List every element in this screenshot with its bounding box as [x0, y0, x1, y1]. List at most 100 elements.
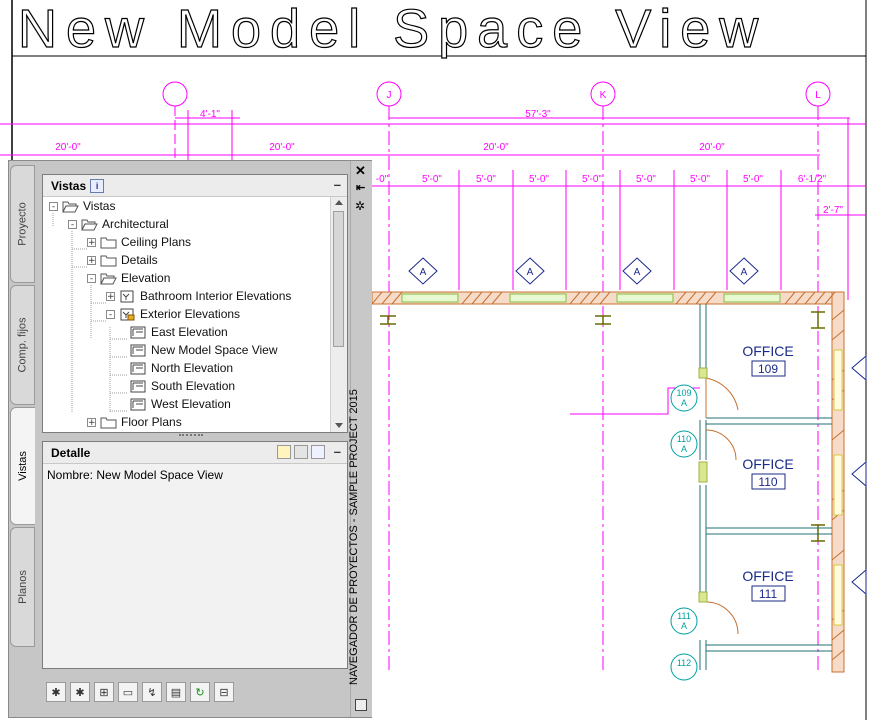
detail-panel-header: Detalle – — [43, 442, 347, 464]
grid-label-k: K — [600, 90, 607, 101]
elevation-view-icon — [130, 344, 146, 356]
refresh-icon[interactable]: ↻ — [190, 682, 210, 702]
dim-text: 2'-7" — [823, 205, 843, 216]
navigator-toolbar: ✱ ✱ ⊞ ▭ ↯ ▤ ↻ ⊟ — [42, 677, 348, 707]
tree-item-elevation[interactable]: - Elevation — [87, 269, 170, 287]
tab-proyecto[interactable]: Proyecto — [10, 165, 35, 283]
tree-item-architectural[interactable]: - Architectural — [68, 215, 169, 233]
door-tag-number: 110 — [677, 434, 691, 444]
expand-toggle[interactable]: + — [87, 417, 96, 427]
dim-text: -0" — [376, 174, 389, 185]
project-navigator-palette[interactable]: Proyecto Comp. fijos Vistas Planos Vista… — [8, 160, 372, 718]
door-tag-letter: A — [681, 398, 687, 408]
palette-vertical-title: NAVEGADOR DE PROYECTOS - SAMPLE PROJECT … — [348, 389, 360, 685]
preview-icon[interactable] — [294, 445, 308, 459]
collapse-toggle[interactable]: - — [87, 273, 96, 283]
tab-planos[interactable]: Planos — [10, 527, 35, 647]
collapse-icon[interactable]: – — [334, 444, 341, 459]
add-section-view-icon[interactable]: ⊞ — [94, 682, 114, 702]
properties-gear-icon[interactable]: ✲ — [355, 199, 365, 213]
room-number: 111 — [759, 587, 778, 601]
detail-body: Nombre: New Model Space View — [43, 464, 347, 668]
add-detail-view-icon[interactable]: ✱ — [70, 682, 90, 702]
dim-text: 20'-0" — [699, 142, 725, 153]
expand-toggle[interactable]: + — [87, 237, 96, 247]
tab-vistas[interactable]: Vistas — [10, 407, 35, 525]
expand-toggle[interactable]: + — [106, 291, 115, 301]
elevation-view-icon — [130, 326, 146, 338]
dim-text: 5'-0" — [743, 174, 763, 185]
window-tag: A — [634, 267, 641, 278]
regenerate-icon[interactable]: ↯ — [142, 682, 162, 702]
dim-text: 20'-0" — [55, 142, 81, 153]
tree-item-east-elevation[interactable]: East Elevation — [130, 323, 228, 341]
folder-icon — [100, 237, 117, 248]
views-tree[interactable]: - Vistas - Architectural + Ceiling Plans… — [43, 197, 333, 432]
tree-scrollbar[interactable] — [330, 197, 347, 432]
dim-text: 5'-0" — [529, 174, 549, 185]
dim-text: 20'-0" — [483, 142, 509, 153]
scroll-thumb[interactable] — [333, 211, 344, 347]
tree-item-ceiling-plans[interactable]: + Ceiling Plans — [87, 233, 191, 251]
dim-text: 5'-0" — [422, 174, 442, 185]
tree-item-bathroom-interior-elevations[interactable]: + Bathroom Interior Elevations — [106, 287, 291, 305]
dim-text: 5'-0" — [476, 174, 496, 185]
room-number: 109 — [758, 362, 778, 376]
view-set-icon — [120, 290, 134, 302]
tree-item-floor-plans[interactable]: + Floor Plans — [87, 413, 182, 431]
tree-item-north-elevation[interactable]: North Elevation — [130, 359, 233, 377]
properties-icon[interactable]: ▤ — [166, 682, 186, 702]
tree-label: North Elevation — [151, 361, 234, 375]
dim-text: 6'-1/2" — [798, 174, 827, 185]
scroll-down-icon[interactable] — [335, 423, 343, 428]
dim-text: 5'-0" — [636, 174, 656, 185]
door-tag-number: 109 — [676, 388, 691, 398]
tree-label: Architectural — [102, 217, 169, 231]
collapse-toggle[interactable]: - — [106, 309, 115, 319]
splitter-grip[interactable] — [179, 434, 203, 440]
room-name: OFFICE — [742, 343, 793, 359]
tree-label: Exterior Elevations — [140, 307, 241, 321]
settings-icon[interactable] — [355, 699, 367, 711]
folder-open-icon — [81, 219, 98, 230]
property-refresh-icon[interactable] — [277, 445, 291, 459]
elevation-view-icon — [130, 362, 146, 374]
tree-label: Ceiling Plans — [121, 235, 192, 249]
tree-item-exterior-elevations[interactable]: - Exterior Elevations — [106, 305, 240, 323]
folder-icon — [100, 255, 117, 266]
palette-title-bar[interactable]: ✕ ⇤ ✲ NAVEGADOR DE PROYECTOS - SAMPLE PR… — [348, 161, 372, 717]
tree-item-new-model-space-view[interactable]: New Model Space View — [130, 341, 278, 359]
tree-label: West Elevation — [151, 397, 231, 411]
folder-open-icon — [62, 201, 79, 212]
scroll-up-icon[interactable] — [335, 200, 343, 205]
tree-label: Vistas — [83, 199, 116, 213]
expand-toggle[interactable]: + — [87, 255, 96, 265]
zoom-preview-icon[interactable] — [311, 445, 325, 459]
add-view-icon[interactable]: ✱ — [46, 682, 66, 702]
clipboard-icon[interactable]: ▭ — [118, 682, 138, 702]
door-tag-number: 112 — [677, 658, 691, 668]
tree-item-details[interactable]: + Details — [87, 251, 158, 269]
tree-label: Details — [121, 253, 158, 267]
view-set-locked-icon — [120, 308, 135, 320]
collapse-toggle[interactable]: - — [49, 201, 58, 211]
room-number: 110 — [758, 475, 777, 489]
dim-text: 5'-0" — [690, 174, 710, 185]
tab-comp-fijos[interactable]: Comp. fijos — [10, 285, 35, 405]
info-icon[interactable]: i — [90, 178, 105, 193]
views-panel-title: Vistas — [51, 178, 87, 193]
repath-icon[interactable]: ⊟ — [214, 682, 234, 702]
door-tag-number: 111 — [677, 611, 691, 621]
door-tag-letter: A — [681, 621, 687, 631]
collapse-icon[interactable]: – — [334, 177, 341, 192]
collapse-toggle[interactable]: - — [68, 219, 77, 229]
tree-item-west-elevation[interactable]: West Elevation — [130, 395, 231, 413]
tree-item-vistas[interactable]: - Vistas — [49, 197, 115, 215]
detail-panel-title: Detalle — [51, 445, 91, 460]
auto-hide-icon[interactable]: ⇤ — [356, 181, 365, 194]
close-icon[interactable]: ✕ — [355, 163, 366, 179]
tree-item-south-elevation[interactable]: South Elevation — [130, 377, 235, 395]
elevation-view-icon — [130, 398, 146, 410]
grid-label-l: L — [815, 90, 821, 101]
grid-label-j: J — [387, 90, 392, 101]
